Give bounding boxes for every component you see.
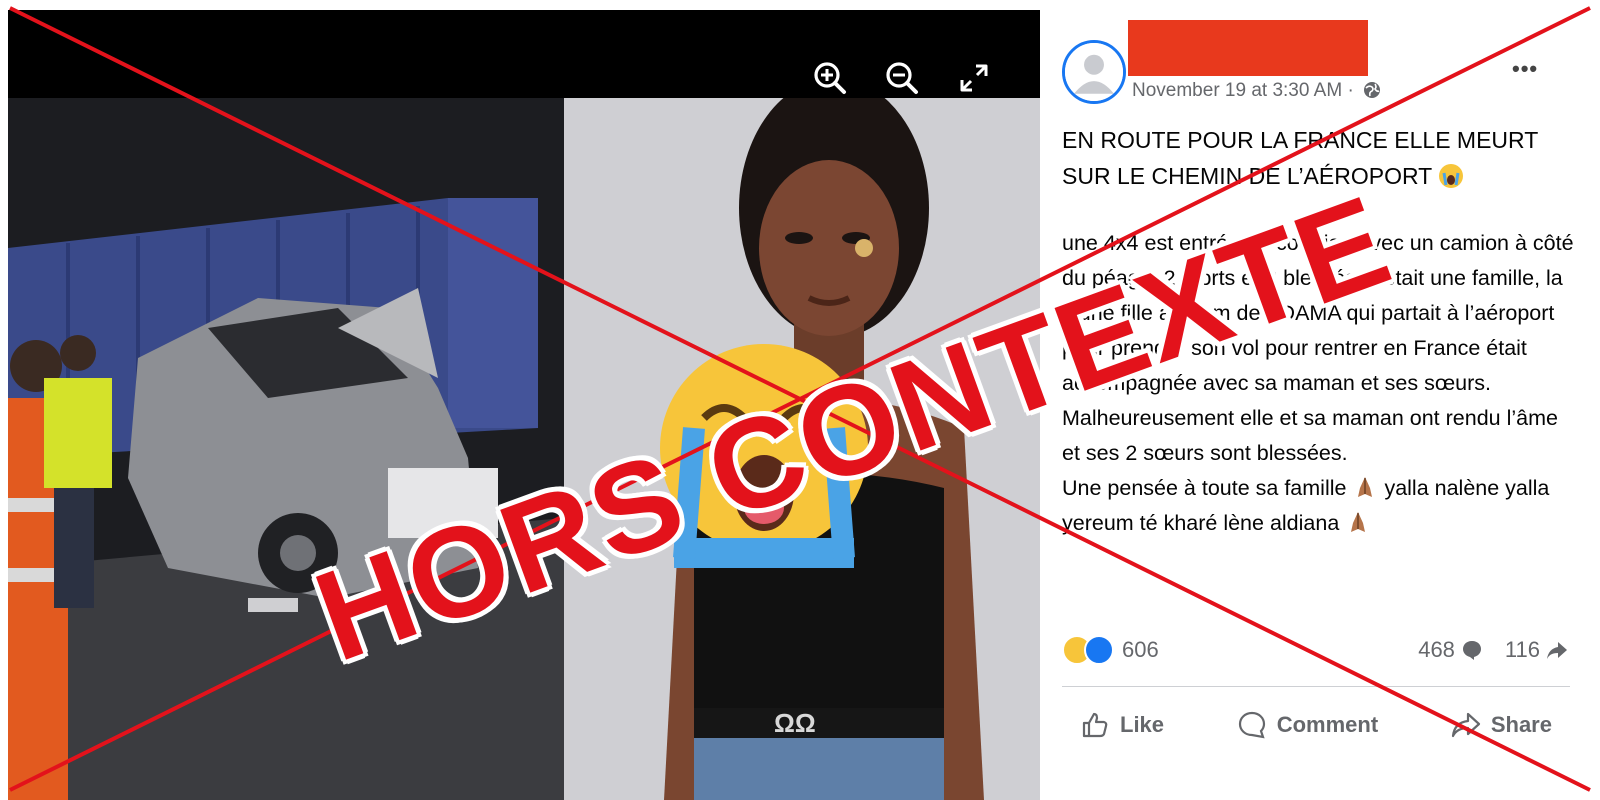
praying-hands-emoji-icon — [1351, 512, 1366, 532]
zoom-in-icon[interactable] — [810, 58, 850, 98]
praying-hands-emoji-icon — [1358, 477, 1373, 497]
fullscreen-icon[interactable] — [954, 58, 994, 98]
share-icon — [1451, 712, 1480, 738]
like-button[interactable]: Like — [1062, 710, 1182, 740]
svg-text:ΩΩ: ΩΩ — [774, 708, 816, 738]
comment-button[interactable]: Comment — [1219, 710, 1396, 740]
divider — [1062, 686, 1570, 687]
reaction-count: 606 — [1122, 637, 1159, 662]
like-reaction-icon — [1084, 635, 1114, 665]
share-arrow-icon — [1547, 642, 1567, 659]
engagement-counts: 468 116 — [1418, 632, 1568, 668]
redacted-author-name — [1128, 20, 1368, 76]
action-bar: Like Comment Share — [1062, 700, 1570, 750]
reaction-summary[interactable]: 606 — [1062, 632, 1159, 668]
zoom-out-icon[interactable] — [882, 58, 922, 98]
globe-icon — [1364, 82, 1381, 98]
avatar[interactable] — [1062, 40, 1126, 104]
crying-face-emoji-icon — [1439, 164, 1464, 188]
comment-bubble-icon — [1462, 641, 1481, 660]
post-timestamp[interactable]: November 19 at 3:30 AM · — [1132, 80, 1381, 102]
thumbs-up-icon — [1082, 712, 1108, 738]
comment-count[interactable]: 468 — [1418, 637, 1483, 663]
accident-photo — [8, 98, 564, 800]
share-button[interactable]: Share — [1433, 710, 1570, 740]
share-count[interactable]: 116 — [1505, 637, 1568, 663]
viewer-toolbar — [8, 10, 1040, 98]
more-options-icon[interactable]: ••• — [1512, 56, 1538, 82]
comment-icon — [1238, 711, 1265, 739]
